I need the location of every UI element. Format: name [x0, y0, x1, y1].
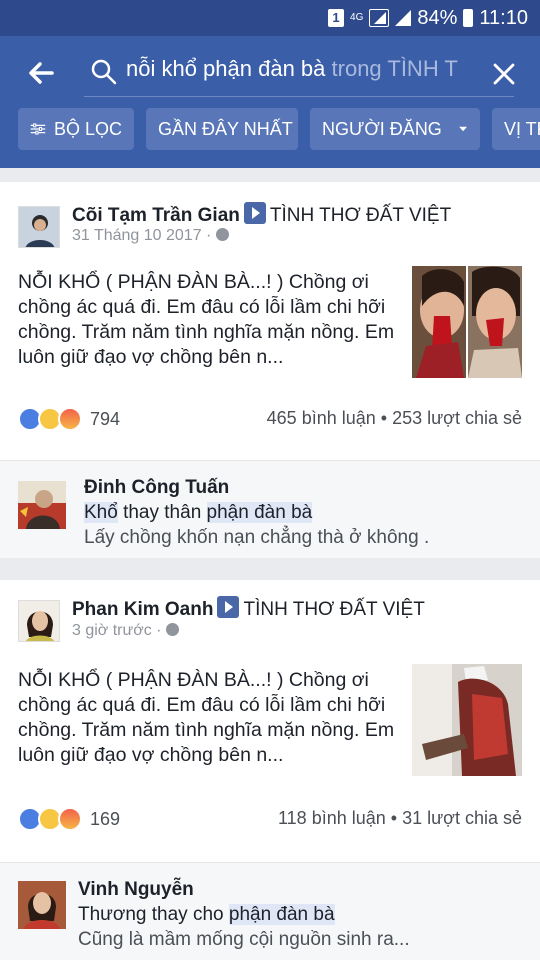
location-chip[interactable]: VỊ TR [492, 108, 540, 150]
signal-icon [369, 9, 390, 27]
chevron-down-icon [458, 126, 467, 132]
network-type: 4G [350, 12, 364, 23]
group-name: TÌNH THƠ ĐẤT VIỆT [269, 205, 452, 226]
reactions-summary[interactable]: 794 [18, 406, 120, 432]
filter-chips: BỘ LỌC GẦN ĐÂY NHẤT NGƯỜI ĐĂNG VỊ TR [0, 108, 540, 150]
post-date: 31 Tháng 10 2017 · [72, 227, 212, 244]
search-input[interactable]: nỗi khổ phận đàn bà trong TÌNH T [126, 56, 490, 82]
post-image[interactable] [412, 664, 522, 776]
post-meta: 3 giờ trước · [72, 622, 179, 640]
angry-reaction-icon [58, 407, 82, 431]
clock: 11:10 [479, 6, 528, 29]
top-comment[interactable]: Đinh Công Tuấn Khổ thay thân phận đàn bà… [0, 460, 540, 558]
author-name: Cõi Tạm Trần Gian [72, 205, 240, 226]
filter-chip-label: BỘ LỌC [53, 119, 122, 139]
comment-count: 465 bình luận [266, 408, 376, 428]
share-count: 31 lượt chia sẻ [402, 808, 522, 828]
author-name: Phan Kim Oanh [72, 599, 214, 620]
post-stats[interactable]: 118 bình luận • 31 lượt chia sẻ [278, 808, 522, 829]
close-icon [493, 63, 515, 85]
battery-percent: 84% [417, 6, 458, 29]
comment-line-2: Cũng là mầm mống cội nguồn sinh ra... [78, 929, 410, 950]
comment-text: Thương thay cho [78, 904, 229, 925]
post-card[interactable]: Cõi Tạm Trần Gian TÌNH THƠ ĐẤT VIỆT 31 Th… [0, 182, 540, 460]
post-image[interactable] [412, 266, 466, 378]
search-highlight: phận đàn bà [228, 904, 335, 925]
recent-chip[interactable]: GẦN ĐÂY NHẤT [146, 108, 298, 150]
search-results-feed: Cõi Tạm Trần Gian TÌNH THƠ ĐẤT VIỆT 31 Th… [0, 168, 540, 960]
location-chip-label: VỊ TR [504, 119, 540, 139]
reaction-count: 794 [90, 408, 121, 429]
search-scope: trong TÌNH T [325, 56, 458, 81]
signal-strength-icon [395, 10, 412, 26]
reaction-count: 169 [90, 808, 121, 829]
post-card[interactable]: Phan Kim Oanh TÌNH THƠ ĐẤT VIỆT 3 giờ trư… [0, 580, 540, 862]
top-comment[interactable]: Vinh Nguyễn Thương thay cho phận đàn bà … [0, 862, 540, 960]
reactions-summary[interactable]: 169 [18, 806, 120, 832]
shared-to-arrow-icon [217, 596, 240, 618]
search-query: nỗi khổ phận đàn bà [126, 56, 326, 81]
globe-icon [165, 623, 179, 636]
post-date: 3 giờ trước · [72, 622, 162, 639]
search-icon [90, 58, 118, 86]
author-avatar[interactable] [18, 600, 60, 642]
post-author-line[interactable]: Phan Kim Oanh TÌNH THƠ ĐẤT VIỆT [72, 596, 425, 621]
share-count: 253 lượt chia sẻ [392, 408, 522, 428]
post-stats[interactable]: 465 bình luận • 253 lượt chia sẻ [267, 408, 522, 429]
search-underline [84, 96, 514, 97]
poster-chip-label: NGƯỜI ĐĂNG [322, 119, 442, 139]
post-divider [0, 566, 540, 580]
status-bar: 1 4G 84% 11:10 [0, 0, 540, 36]
post-image[interactable] [468, 266, 522, 378]
author-avatar[interactable] [18, 206, 60, 248]
search-highlight: phận đàn bà [206, 502, 313, 523]
comment-line-2: Lấy chồng khốn nạn chẳng thà ở không . [84, 527, 430, 548]
comment-count: 118 bình luận [278, 808, 386, 828]
stats-separator: • [375, 408, 393, 428]
globe-icon [215, 228, 229, 241]
filter-sliders-icon [30, 123, 46, 135]
comment-line-1: Khổ thay thân phận đàn bà [84, 502, 313, 524]
post-author-line[interactable]: Cõi Tạm Trần Gian TÌNH THƠ ĐẤT VIỆT [72, 202, 451, 227]
search-header: nỗi khổ phận đàn bà trong TÌNH T BỘ LỌC … [0, 36, 540, 168]
search-highlight: Khổ [84, 502, 118, 523]
back-button[interactable] [26, 58, 56, 88]
commenter-avatar[interactable] [18, 481, 66, 529]
angry-reaction-icon [58, 807, 82, 831]
filter-chip[interactable]: BỘ LỌC [18, 108, 134, 150]
poster-chip[interactable]: NGƯỜI ĐĂNG [310, 108, 480, 150]
back-arrow-icon [29, 62, 54, 84]
commenter-name[interactable]: Vinh Nguyễn [78, 879, 194, 901]
clear-search-button[interactable] [490, 60, 518, 88]
comment-text: thay thân [117, 502, 207, 523]
sim-badge: 1 [328, 9, 345, 27]
commenter-avatar[interactable] [18, 881, 66, 929]
battery-icon [463, 9, 474, 27]
post-meta: 31 Tháng 10 2017 · [72, 227, 229, 245]
post-text: NỖI KHỔ ( PHẬN ĐÀN BÀ...! ) Chồng ơi chồ… [18, 669, 395, 766]
comment-line-1: Thương thay cho phận đàn bà [78, 904, 335, 926]
commenter-name[interactable]: Đinh Công Tuấn [84, 477, 229, 499]
group-name: TÌNH THƠ ĐẤT VIỆT [243, 599, 425, 620]
recent-chip-label: GẦN ĐÂY NHẤT [158, 119, 293, 139]
post-text: NỖI KHỔ ( PHẬN ĐÀN BÀ...! ) Chồng ơi chồ… [18, 271, 395, 368]
shared-to-arrow-icon [243, 202, 266, 224]
stats-separator: • [385, 808, 403, 828]
